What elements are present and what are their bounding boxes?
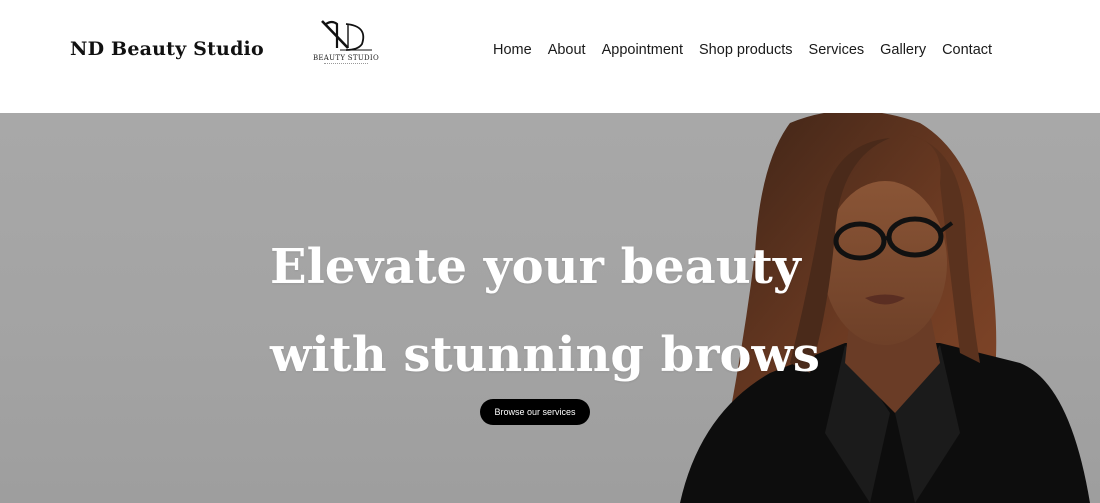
logo-tagline-line — [310, 63, 382, 65]
nav-services[interactable]: Services — [809, 42, 865, 58]
browse-services-button[interactable]: Browse our services — [480, 399, 590, 425]
nav-about[interactable]: About — [548, 42, 586, 58]
hero-headline: Elevate your beauty with stunning brows — [270, 223, 820, 399]
nav-home[interactable]: Home — [493, 42, 532, 58]
hero-banner: Elevate your beauty with stunning brows … — [0, 113, 1100, 503]
nav-gallery[interactable]: Gallery — [880, 42, 926, 58]
nd-monogram-icon — [321, 20, 372, 51]
site-header: ND Beauty Studio BEAUTY STUDIO Home Abou… — [0, 0, 1100, 113]
hero-headline-line-1: Elevate your beauty — [270, 239, 801, 295]
brand-name-link[interactable]: ND Beauty Studio — [70, 38, 264, 60]
nav-appointment[interactable]: Appointment — [602, 42, 683, 58]
hero-headline-line-2: with stunning brows — [270, 327, 820, 383]
main-nav: Home About Appointment Shop products Ser… — [493, 42, 992, 58]
logo-text: BEAUTY STUDIO — [312, 54, 380, 62]
nav-contact[interactable]: Contact — [942, 42, 992, 58]
nav-shop-products[interactable]: Shop products — [699, 42, 793, 58]
studio-logo[interactable]: BEAUTY STUDIO — [310, 18, 382, 70]
